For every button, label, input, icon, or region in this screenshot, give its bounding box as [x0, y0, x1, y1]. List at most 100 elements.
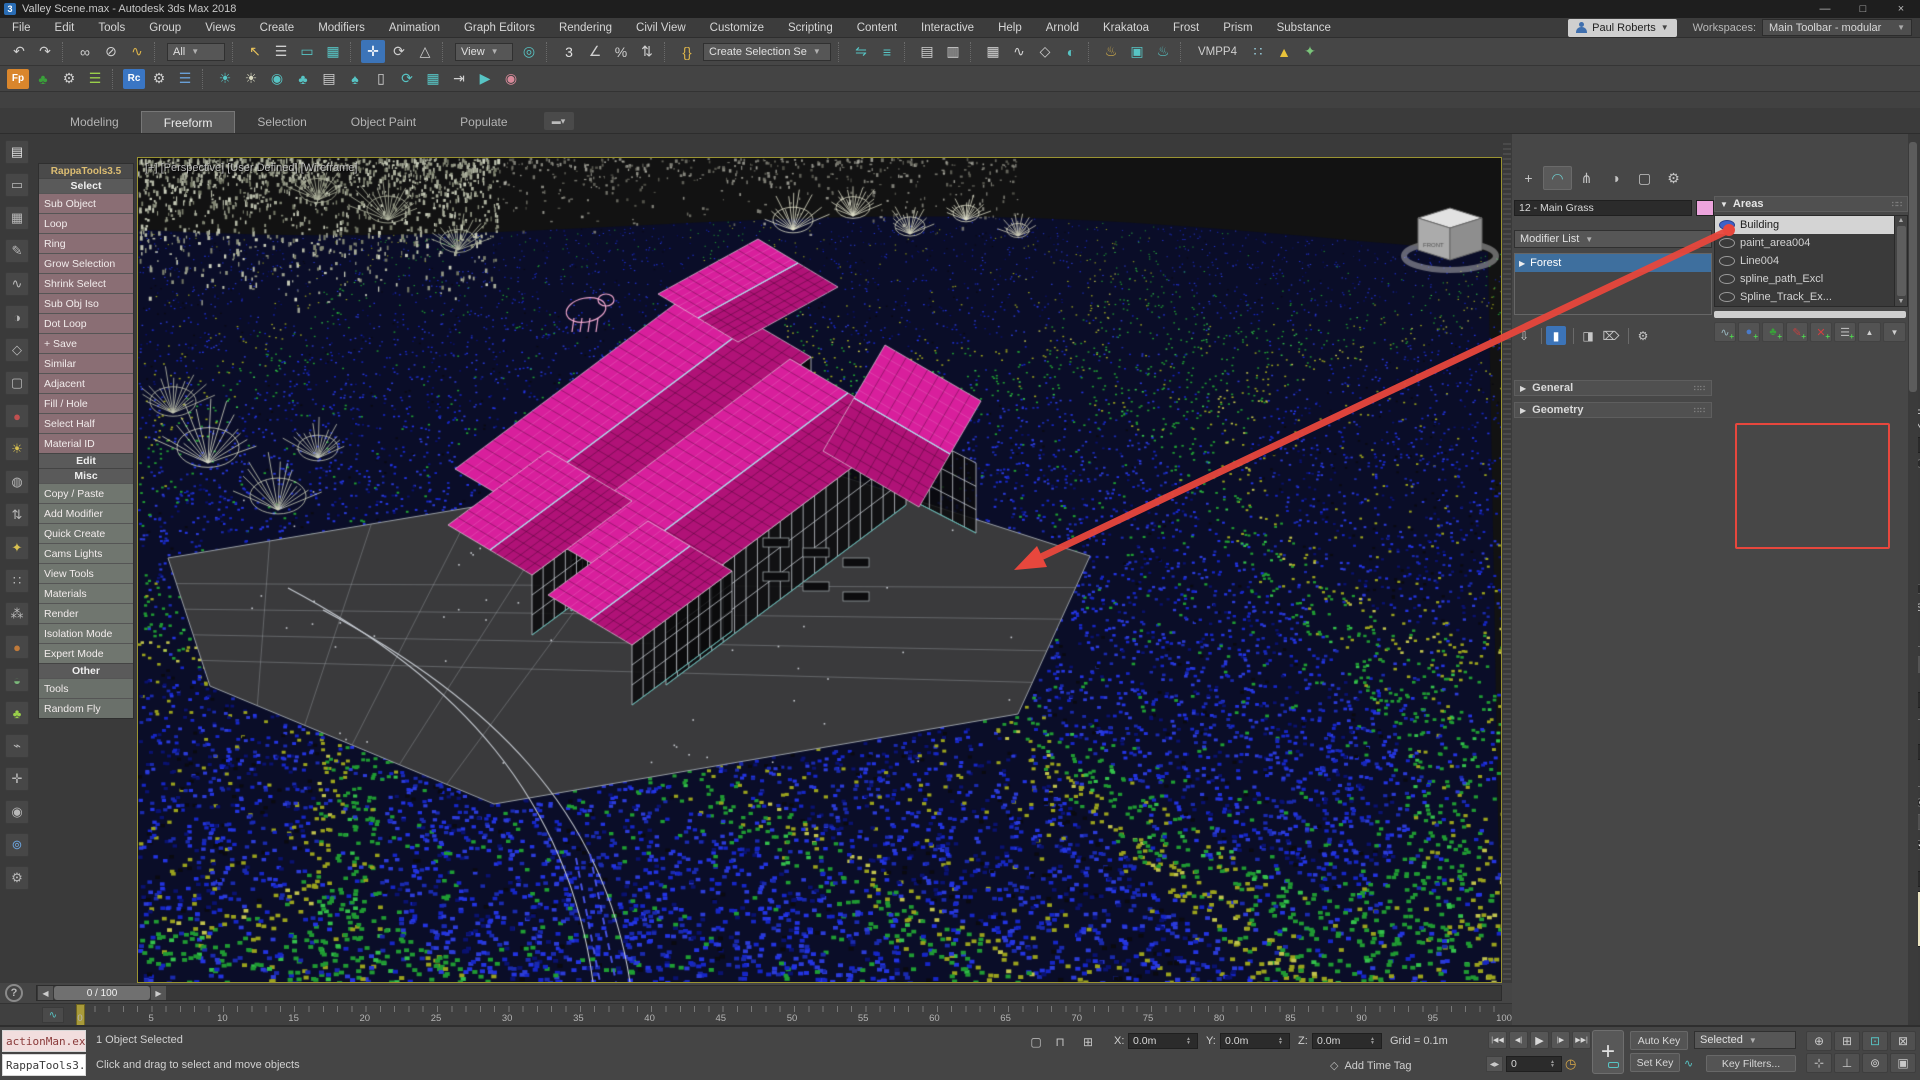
light-bulb-icon[interactable]: ☀: [213, 67, 237, 90]
side-select-icon[interactable]: ▭: [5, 173, 29, 197]
menu-frost[interactable]: Frost: [1161, 18, 1211, 38]
menu-arnold[interactable]: Arnold: [1034, 18, 1091, 38]
layers-icon[interactable]: ▦: [421, 67, 445, 90]
pan-view-icon[interactable]: ⊹: [1806, 1053, 1832, 1073]
area-item-spline-path-excl[interactable]: spline_path_Excl: [1715, 270, 1894, 288]
rectangular-selection-region-icon[interactable]: ▭: [295, 40, 319, 63]
rappatools-button-ring[interactable]: Ring: [39, 233, 133, 253]
scroll-down-icon[interactable]: ▼: [1898, 298, 1905, 305]
menu-prism[interactable]: Prism: [1211, 18, 1264, 38]
rollout-areas[interactable]: ▼ Areas ∷∷: [1714, 196, 1908, 212]
scene-explorer-icon[interactable]: ▤: [915, 40, 939, 63]
panel-scrollbar-thumb[interactable]: [1909, 142, 1917, 392]
add-forest-area-icon[interactable]: ♣+: [1762, 322, 1784, 342]
minimize-button[interactable]: —: [1806, 0, 1844, 18]
close-button[interactable]: ×: [1882, 0, 1920, 18]
snaps-toggle-icon[interactable]: 3: [557, 40, 581, 63]
selection-filter-dropdown[interactable]: All▼: [167, 43, 225, 61]
scrollbar-thumb[interactable]: [1897, 226, 1906, 296]
move-up-icon[interactable]: ▲: [1858, 322, 1881, 342]
menu-animation[interactable]: Animation: [377, 18, 452, 38]
arnold-render-icon[interactable]: ✦: [1298, 40, 1322, 63]
forest-lister-icon[interactable]: ☰: [83, 67, 107, 90]
redo-icon[interactable]: ↷: [33, 40, 57, 63]
rappatools-button-sub-obj-iso[interactable]: Sub Obj Iso: [39, 293, 133, 313]
time-slider-track[interactable]: ◀ 0 / 100 ▶: [36, 985, 1502, 1001]
maximize-button[interactable]: □: [1844, 0, 1882, 18]
menu-edit[interactable]: Edit: [43, 18, 87, 38]
viewport-layout-icon[interactable]: ▤: [5, 140, 29, 164]
add-object-area-icon[interactable]: ●+: [1738, 322, 1760, 342]
rappatools-button-materials[interactable]: Materials: [39, 583, 133, 603]
side-world-icon[interactable]: ⊚: [5, 833, 29, 857]
named-selection-dropdown[interactable]: Create Selection Se▼: [703, 43, 831, 61]
panel-drag-handle[interactable]: [1503, 140, 1511, 1020]
rappatools-button-add-modifier[interactable]: Add Modifier: [39, 503, 133, 523]
door-icon[interactable]: ▯: [369, 67, 393, 90]
utilities-tab[interactable]: ⚙: [1659, 166, 1688, 190]
play-icon[interactable]: ▶: [1530, 1031, 1549, 1049]
side-shell-icon[interactable]: ▢: [5, 371, 29, 395]
motion-tab[interactable]: ◑: [1601, 166, 1630, 190]
tab-populate[interactable]: Populate: [438, 111, 529, 133]
key-mode-toggle[interactable]: ◀▶: [1486, 1056, 1503, 1072]
next-frame-icon[interactable]: |▶: [1551, 1031, 1570, 1049]
maxscript-listener-line-1[interactable]: actionMan.exe: [2, 1030, 86, 1052]
move-down-icon[interactable]: ▼: [1883, 322, 1906, 342]
layer-explorer-icon[interactable]: ▥: [941, 40, 965, 63]
forest-objects-icon[interactable]: ♣: [31, 67, 55, 90]
set-keys-button[interactable]: +: [1592, 1030, 1624, 1074]
rappatools-button-fill-hole[interactable]: Fill / Hole: [39, 393, 133, 413]
coord-y-field[interactable]: 0.0m▲▼: [1220, 1033, 1290, 1049]
select-and-scale-icon[interactable]: △: [413, 40, 437, 63]
tab-modeling[interactable]: Modeling: [48, 111, 141, 133]
camera-icon[interactable]: ◉: [265, 67, 289, 90]
rappatools-button--save[interactable]: + Save: [39, 333, 133, 353]
menu-substance[interactable]: Substance: [1265, 18, 1343, 38]
rollout-geometry[interactable]: ▶ Geometry ∷∷: [1514, 402, 1712, 418]
side-chamfer-icon[interactable]: ◇: [5, 338, 29, 362]
object-color-swatch[interactable]: [1696, 200, 1714, 216]
previous-frame-icon[interactable]: ◀|: [1509, 1031, 1528, 1049]
side-bone-icon[interactable]: ⌁: [5, 734, 29, 758]
rappatools-button-cams-lights[interactable]: Cams Lights: [39, 543, 133, 563]
side-magnet-icon[interactable]: ◒: [5, 668, 29, 692]
hierarchy-tab[interactable]: ⋔: [1572, 166, 1601, 190]
rappatools-button-view-tools[interactable]: View Tools: [39, 563, 133, 583]
object-name-field[interactable]: 12 - Main Grass: [1514, 200, 1692, 216]
make-unique-icon[interactable]: ◨: [1578, 326, 1598, 345]
rappatools-button-quick-create[interactable]: Quick Create: [39, 523, 133, 543]
side-eye-icon[interactable]: ◉: [5, 800, 29, 824]
user-account-button[interactable]: Paul Roberts ▼: [1568, 19, 1677, 37]
menu-rendering[interactable]: Rendering: [547, 18, 624, 38]
side-grid-icon[interactable]: ▦: [5, 206, 29, 230]
go-to-end-icon[interactable]: ▶▶|: [1572, 1031, 1591, 1049]
add-exclude-area-icon[interactable]: ☰+: [1834, 322, 1856, 342]
rendered-frame-icon[interactable]: ▣: [1125, 40, 1149, 63]
area-item-line004[interactable]: Line004: [1715, 252, 1894, 270]
side-config-icon[interactable]: ⚙: [5, 866, 29, 890]
go-to-start-icon[interactable]: |◀◀: [1488, 1031, 1507, 1049]
zoom-region-icon[interactable]: ⊠: [1890, 1031, 1916, 1051]
workspace-dropdown[interactable]: Main Toolbar - modular ▼: [1762, 19, 1912, 36]
unlink-selection-icon[interactable]: ⊘: [99, 40, 123, 63]
menu-help[interactable]: Help: [986, 18, 1034, 38]
menu-views[interactable]: Views: [193, 18, 247, 38]
rappatools-button-sub-object[interactable]: Sub Object: [39, 193, 133, 213]
rappatools-button-similar[interactable]: Similar: [39, 353, 133, 373]
delete-area-icon[interactable]: ✕+: [1810, 322, 1832, 342]
rappatools-button-loop[interactable]: Loop: [39, 213, 133, 233]
menu-modifiers[interactable]: Modifiers: [306, 18, 377, 38]
tab-selection[interactable]: Selection: [235, 111, 328, 133]
show-end-result-icon[interactable]: ▮: [1546, 326, 1566, 345]
camera-add-icon[interactable]: ◉: [499, 67, 523, 90]
zoom-all-icon[interactable]: ⊞: [1834, 1031, 1860, 1051]
transform-type-in-icon[interactable]: ⊞: [1078, 1033, 1098, 1051]
side-drop-icon[interactable]: ●: [5, 635, 29, 659]
mini-curve-editor-icon[interactable]: ∿: [42, 1007, 64, 1023]
menu-civil-view[interactable]: Civil View: [624, 18, 698, 38]
ribbon-toggle-icon[interactable]: ▦: [981, 40, 1005, 63]
pin-stack-icon[interactable]: ⇩: [1514, 326, 1534, 345]
railclone-tools-icon[interactable]: ⚙: [147, 67, 171, 90]
spinner-snap-icon[interactable]: ⇅: [635, 40, 659, 63]
